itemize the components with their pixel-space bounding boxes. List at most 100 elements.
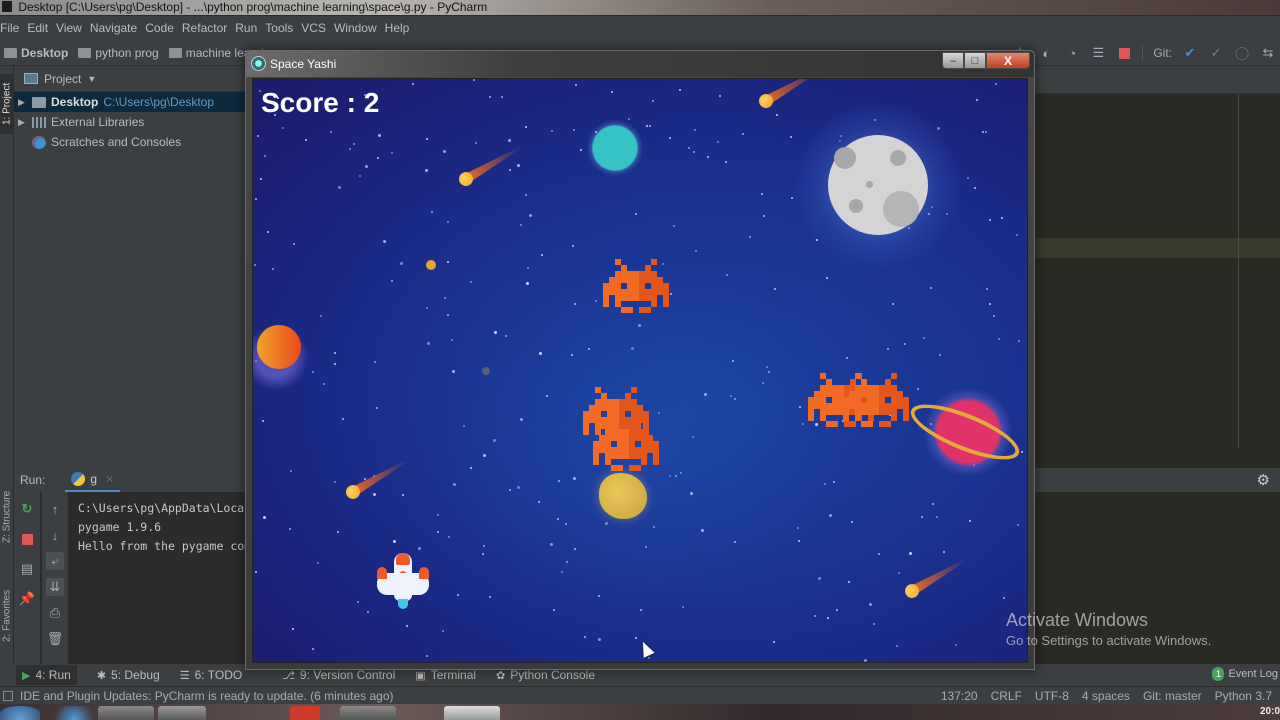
breadcrumb-desktop[interactable]: Desktop bbox=[4, 46, 68, 60]
line-separator[interactable]: CRLF bbox=[991, 689, 1022, 703]
taskbar-python-icon[interactable] bbox=[444, 706, 500, 720]
star bbox=[669, 136, 672, 139]
game-window-titlebar[interactable]: Space Yashi – □ X bbox=[246, 51, 1034, 77]
tool-windows-toggle-icon[interactable] bbox=[3, 690, 13, 701]
minimize-button[interactable]: – bbox=[942, 52, 964, 69]
stop-icon[interactable] bbox=[1116, 45, 1132, 61]
restore-layout-icon[interactable]: ▤ bbox=[18, 560, 36, 578]
vcs-update-icon[interactable]: ✔ bbox=[1182, 45, 1198, 61]
tool-tab-debug[interactable]: ✱ 5: Debug bbox=[97, 668, 160, 682]
star bbox=[359, 175, 362, 178]
taskbar-explorer-icon[interactable] bbox=[158, 706, 206, 720]
star bbox=[864, 658, 868, 662]
activate-windows-watermark: Activate Windows Go to Settings to activ… bbox=[1006, 610, 1211, 648]
arrow-down-icon[interactable]: ↓ bbox=[46, 526, 64, 544]
breadcrumb-python-prog[interactable]: python prog bbox=[78, 46, 159, 60]
console-output[interactable]: C:\Users\pg\AppData\Local pygame 1.9.6 H… bbox=[78, 492, 258, 664]
menu-navigate[interactable]: Navigate bbox=[90, 21, 144, 35]
star bbox=[872, 623, 875, 626]
menu-window[interactable]: Window bbox=[334, 21, 384, 35]
tree-item-scratches[interactable]: Scratches and Consoles bbox=[14, 132, 246, 152]
star bbox=[968, 520, 971, 522]
git-branch[interactable]: Git: master bbox=[1143, 689, 1202, 703]
menu-refactor[interactable]: Refactor bbox=[182, 21, 234, 35]
history-icon[interactable]: ◯ bbox=[1234, 45, 1250, 61]
tool-tab-terminal[interactable]: ▣ Terminal bbox=[415, 668, 476, 682]
tool-window-favorites[interactable]: 2: Favorites bbox=[0, 576, 14, 656]
folder-icon bbox=[32, 96, 46, 108]
game-canvas[interactable]: Score : 2 bbox=[252, 78, 1028, 663]
concurrency-icon[interactable]: ☰ bbox=[1090, 45, 1106, 61]
tree-item-external-libraries[interactable]: ▶ External Libraries bbox=[14, 112, 246, 132]
tool-tab-python-console[interactable]: ✿ Python Console bbox=[496, 668, 595, 682]
taskbar-app-icon[interactable] bbox=[290, 706, 320, 720]
vcs-commit-icon[interactable]: ✓ bbox=[1208, 45, 1224, 61]
revert-icon[interactable]: ⇆ bbox=[1260, 45, 1276, 61]
coverage-icon[interactable]: ◐ bbox=[1038, 45, 1054, 61]
menu-edit[interactable]: Edit bbox=[27, 21, 55, 35]
star bbox=[749, 235, 751, 238]
code-editor[interactable] bbox=[1034, 94, 1280, 472]
stop-icon[interactable] bbox=[18, 530, 36, 548]
star bbox=[317, 562, 320, 565]
star bbox=[886, 348, 889, 351]
menu-file[interactable]: File bbox=[0, 21, 26, 35]
star bbox=[648, 656, 651, 659]
tool-tab-version-control[interactable]: ⎇ 9: Version Control bbox=[282, 668, 395, 682]
tool-window-project[interactable]: 1: Project bbox=[0, 74, 14, 134]
menu-help[interactable]: Help bbox=[385, 21, 417, 35]
star bbox=[923, 337, 926, 340]
rerun-icon[interactable]: ↻ bbox=[18, 500, 36, 518]
taskbar-pycharm-icon[interactable] bbox=[98, 706, 154, 720]
start-button[interactable] bbox=[0, 706, 40, 720]
taskbar-notepad-icon[interactable] bbox=[210, 706, 266, 720]
taskbar-clock[interactable]: 20:0 bbox=[1260, 706, 1280, 717]
folder-icon bbox=[78, 47, 92, 58]
gear-icon[interactable]: ⚙ bbox=[1257, 471, 1270, 489]
star bbox=[289, 469, 292, 472]
indent-setting[interactable]: 4 spaces bbox=[1082, 689, 1130, 703]
tool-tab-todo[interactable]: ☰ 6: TODO bbox=[180, 668, 242, 682]
star bbox=[431, 211, 434, 214]
tool-tab-label: Python Console bbox=[510, 668, 595, 682]
star bbox=[364, 165, 368, 169]
star bbox=[936, 515, 939, 518]
tool-window-structure[interactable]: Z: Structure bbox=[0, 482, 14, 552]
star bbox=[929, 286, 932, 289]
arrow-up-icon[interactable]: ↑ bbox=[46, 500, 64, 518]
status-message[interactable]: IDE and Plugin Updates: PyCharm is ready… bbox=[20, 689, 394, 703]
soft-wrap-icon[interactable]: ⤶ bbox=[46, 552, 64, 570]
pin-icon[interactable]: 📌 bbox=[18, 590, 36, 608]
chevron-down-icon: ▼ bbox=[87, 73, 97, 84]
star bbox=[942, 550, 945, 553]
close-button[interactable]: X bbox=[986, 52, 1030, 69]
menu-view[interactable]: View bbox=[56, 21, 89, 35]
taskbar-app-icon[interactable] bbox=[400, 706, 440, 720]
menu-tools[interactable]: Tools bbox=[265, 21, 300, 35]
close-icon[interactable]: ✕ bbox=[105, 473, 114, 486]
file-encoding[interactable]: UTF-8 bbox=[1035, 689, 1069, 703]
menu-run[interactable]: Run bbox=[235, 21, 264, 35]
profile-icon[interactable]: ◔ bbox=[1064, 45, 1080, 61]
event-log-label: Event Log bbox=[1228, 668, 1278, 680]
menu-vcs[interactable]: VCS bbox=[301, 21, 333, 35]
taskbar-chrome-icon[interactable] bbox=[340, 706, 396, 720]
maximize-button[interactable]: □ bbox=[964, 52, 986, 69]
tool-tab-run[interactable]: ▶ 4: Run bbox=[16, 665, 77, 685]
trash-icon[interactable]: 🗑 bbox=[46, 630, 64, 648]
python-interpreter[interactable]: Python 3.7 bbox=[1215, 689, 1272, 703]
taskbar-ie-icon[interactable] bbox=[44, 706, 94, 720]
star bbox=[426, 342, 430, 346]
print-icon[interactable]: ⎙ bbox=[46, 604, 64, 622]
project-view-selector[interactable]: Project ▼ bbox=[14, 66, 246, 92]
star bbox=[291, 628, 294, 631]
caret-position[interactable]: 137:20 bbox=[941, 689, 978, 703]
scroll-to-end-icon[interactable]: ⇊ bbox=[46, 578, 64, 596]
event-log-button[interactable]: 1 Event Log bbox=[1212, 667, 1278, 681]
run-tab-g[interactable]: g ✕ bbox=[65, 468, 121, 492]
star bbox=[377, 157, 380, 160]
expand-arrow-icon[interactable]: ▶ bbox=[18, 97, 32, 108]
tree-item-desktop[interactable]: ▶ Desktop C:\Users\pg\Desktop bbox=[14, 92, 246, 112]
menu-code[interactable]: Code bbox=[145, 21, 181, 35]
expand-arrow-icon[interactable]: ▶ bbox=[18, 117, 32, 128]
